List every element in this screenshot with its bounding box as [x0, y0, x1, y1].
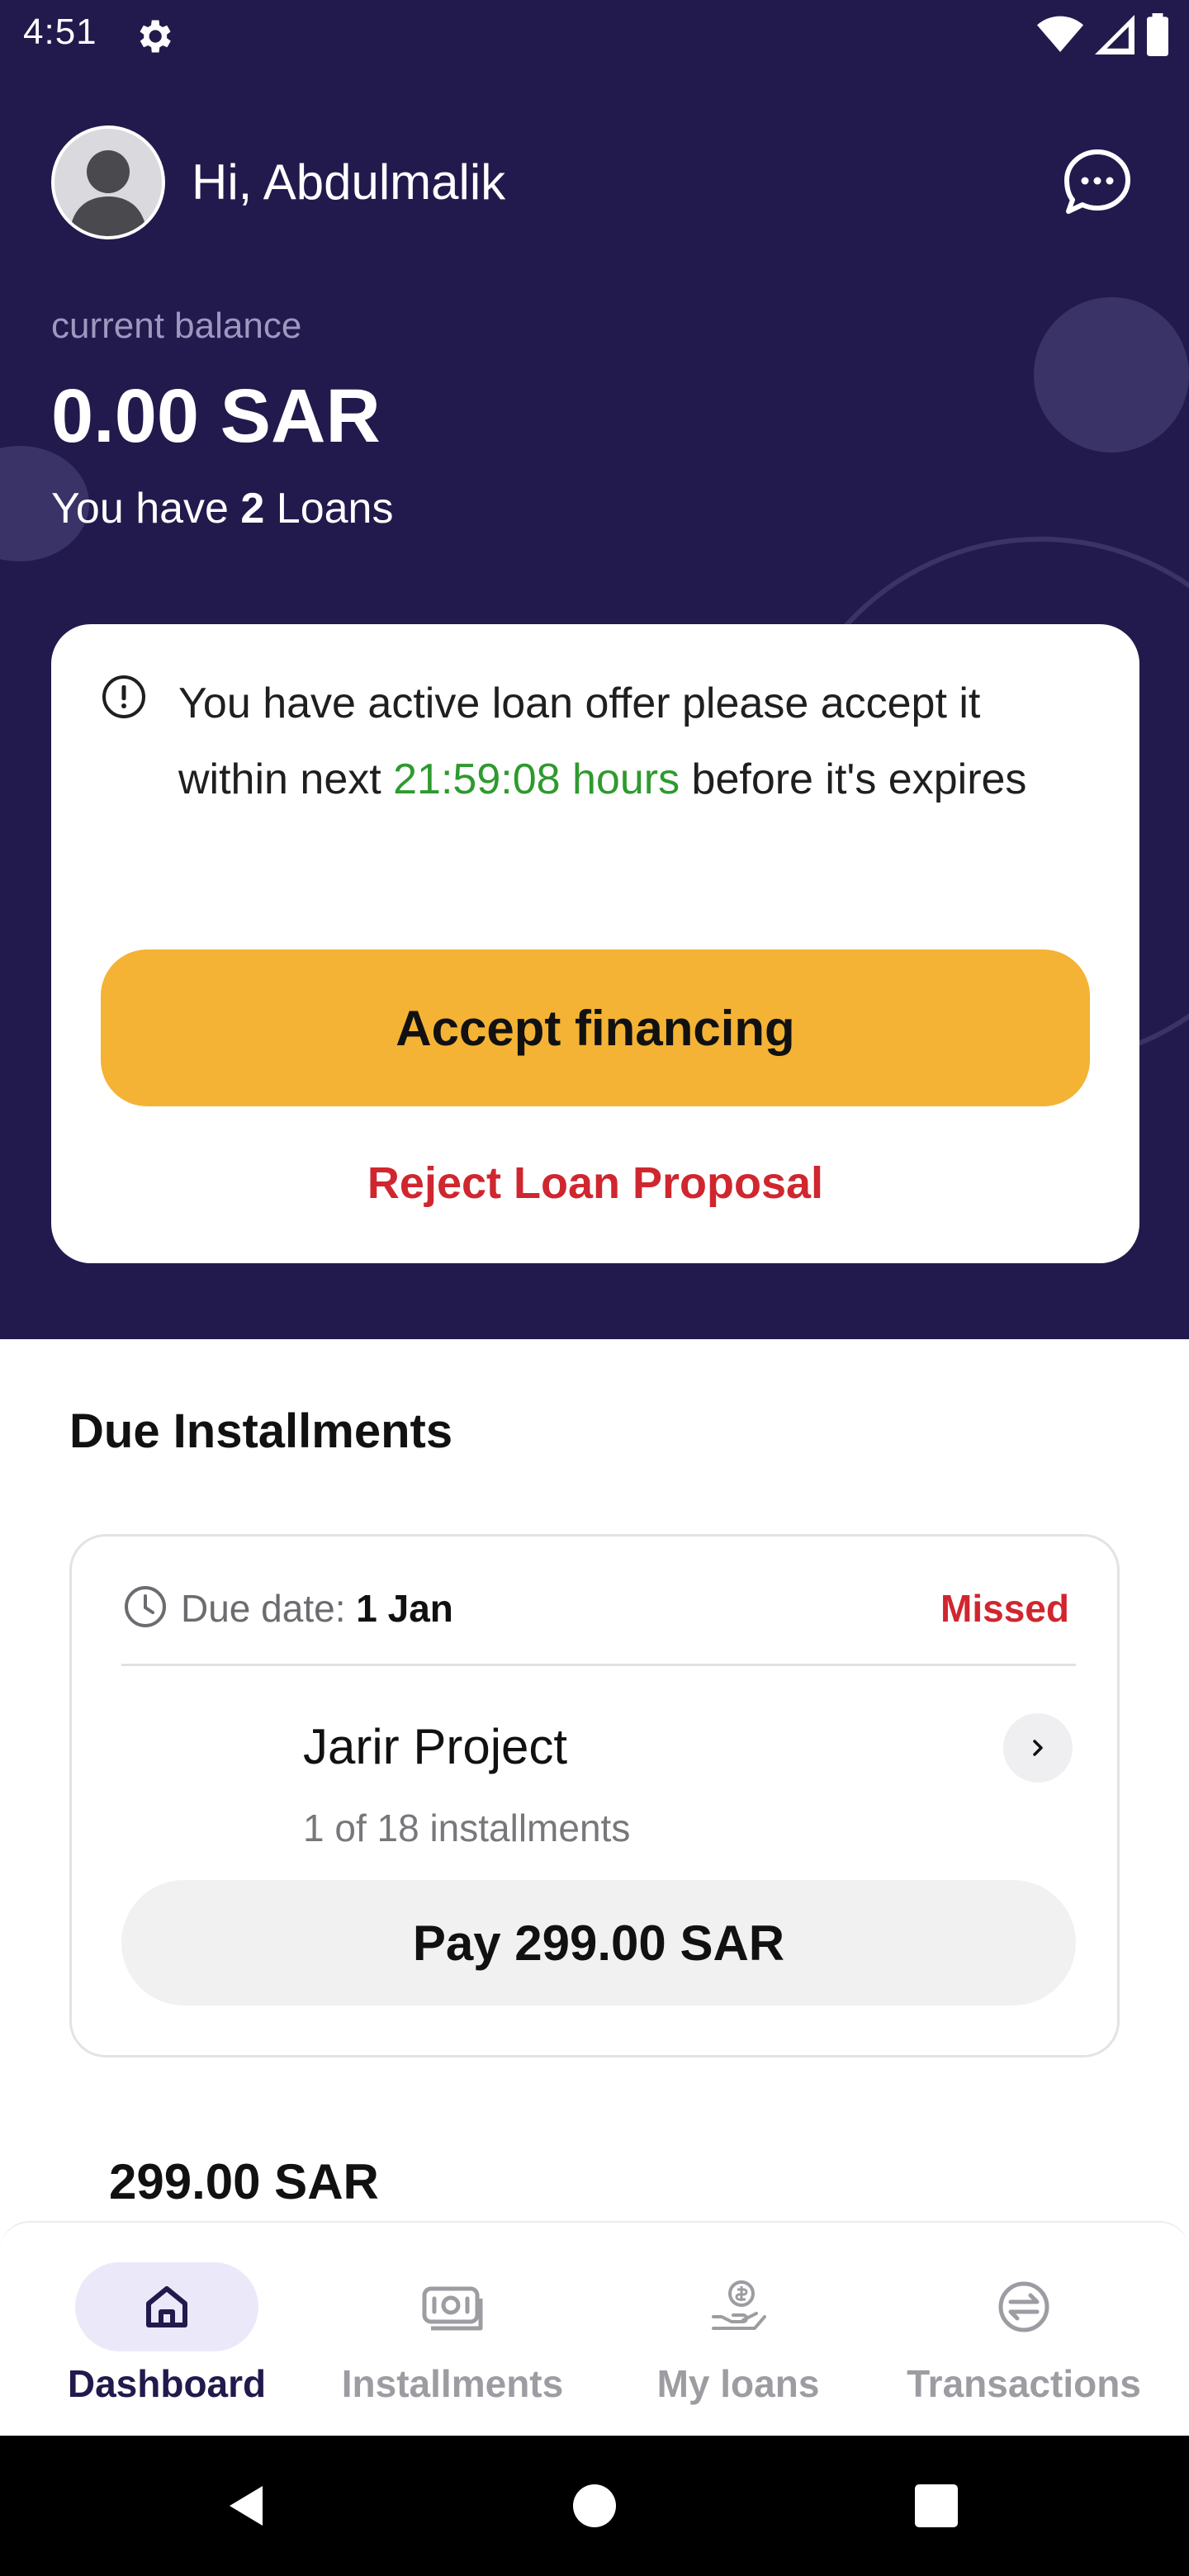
clock-icon: [125, 1586, 166, 1627]
exchange-icon: [998, 2281, 1049, 2332]
back-button[interactable]: [198, 2436, 297, 2576]
open-installment-button[interactable]: [1003, 1713, 1073, 1783]
chat-icon[interactable]: [1060, 145, 1135, 220]
nav-icon-holder: [361, 2262, 544, 2351]
home-icon: [146, 2286, 187, 2327]
cash-icon: [422, 2286, 483, 2331]
due-date: Due date: 1 Jan: [181, 1586, 453, 1631]
recents-icon: [915, 2484, 958, 2527]
due-date-label: Due date:: [181, 1587, 346, 1630]
back-icon: [230, 2486, 263, 2526]
home-circle-icon: [573, 2484, 616, 2527]
offer-message-suffix: before it's expires: [691, 755, 1027, 803]
nav-transactions[interactable]: Transactions: [875, 2223, 1172, 2437]
user-silhouette-icon: [69, 150, 147, 236]
nav-active-indicator: [75, 2262, 258, 2351]
balance-label: current balance: [51, 305, 302, 346]
chevron-right-icon: [1033, 1740, 1043, 1756]
next-installment-amount: 299.00 SAR: [109, 2154, 379, 2209]
loan-offer-message: You have active loan offer please accept…: [178, 665, 1070, 817]
installment-count: 1 of 18 installments: [303, 1807, 631, 1849]
due-installments-title: Due Installments: [69, 1404, 453, 1458]
loans-prefix: You have: [51, 485, 229, 533]
bottom-navigation: Dashboard Installments My loans Transact…: [0, 2221, 1189, 2436]
due-date-value: 1 Jan: [356, 1587, 453, 1630]
loan-offer-card: You have active loan offer please accept…: [51, 624, 1139, 1263]
loans-summary: You have 2 Loans: [51, 484, 393, 533]
project-name: Jarir Project: [303, 1719, 568, 1774]
home-button[interactable]: [545, 2436, 644, 2576]
status-icons: [1037, 13, 1169, 56]
reject-loan-proposal-button[interactable]: Reject Loan Proposal: [51, 1158, 1139, 1209]
nav-label-transactions: Transactions: [907, 2362, 1141, 2405]
nav-label-my-loans: My loans: [656, 2362, 820, 2405]
greeting-text: Hi, Abdulmalik: [192, 154, 506, 210]
wifi-icon: [1037, 16, 1083, 52]
status-badge: Missed: [940, 1587, 1069, 1630]
balance-value: 0.00 SAR: [51, 374, 381, 458]
installment-card[interactable]: Due date: 1 Jan Missed Jarir Project 1 o…: [69, 1534, 1120, 2057]
recents-button[interactable]: [887, 2436, 986, 2576]
pay-button[interactable]: Pay 299.00 SAR: [121, 1880, 1076, 2005]
nav-label-dashboard: Dashboard: [67, 2362, 267, 2405]
nav-installments[interactable]: Installments: [304, 2223, 601, 2437]
nav-label-installments: Installments: [341, 2362, 564, 2405]
nav-icon-holder: [647, 2262, 830, 2351]
divider: [121, 1664, 1076, 1666]
system-navigation-bar: [0, 2436, 1189, 2576]
nav-icon-holder: [932, 2262, 1116, 2351]
accept-financing-button[interactable]: Accept financing: [101, 949, 1090, 1106]
nav-dashboard[interactable]: Dashboard: [18, 2223, 315, 2437]
info-icon: [102, 675, 145, 718]
dashboard-header: 4:51 Hi, Abdulmalik current balance 0.00…: [0, 0, 1189, 1339]
status-bar: 4:51: [0, 0, 1189, 74]
avatar[interactable]: [51, 125, 165, 239]
nav-my-loans[interactable]: My loans: [590, 2223, 887, 2437]
hand-coin-icon: [712, 2280, 766, 2330]
status-time: 4:51: [23, 12, 97, 52]
loans-suffix: Loans: [276, 485, 394, 533]
signal-icon: [1095, 15, 1135, 54]
decor-circle: [1034, 297, 1189, 452]
battery-icon: [1147, 13, 1168, 56]
loans-count: 2: [240, 485, 265, 533]
gear-icon: [140, 20, 171, 53]
offer-timer: 21:59:08 hours: [393, 755, 680, 803]
